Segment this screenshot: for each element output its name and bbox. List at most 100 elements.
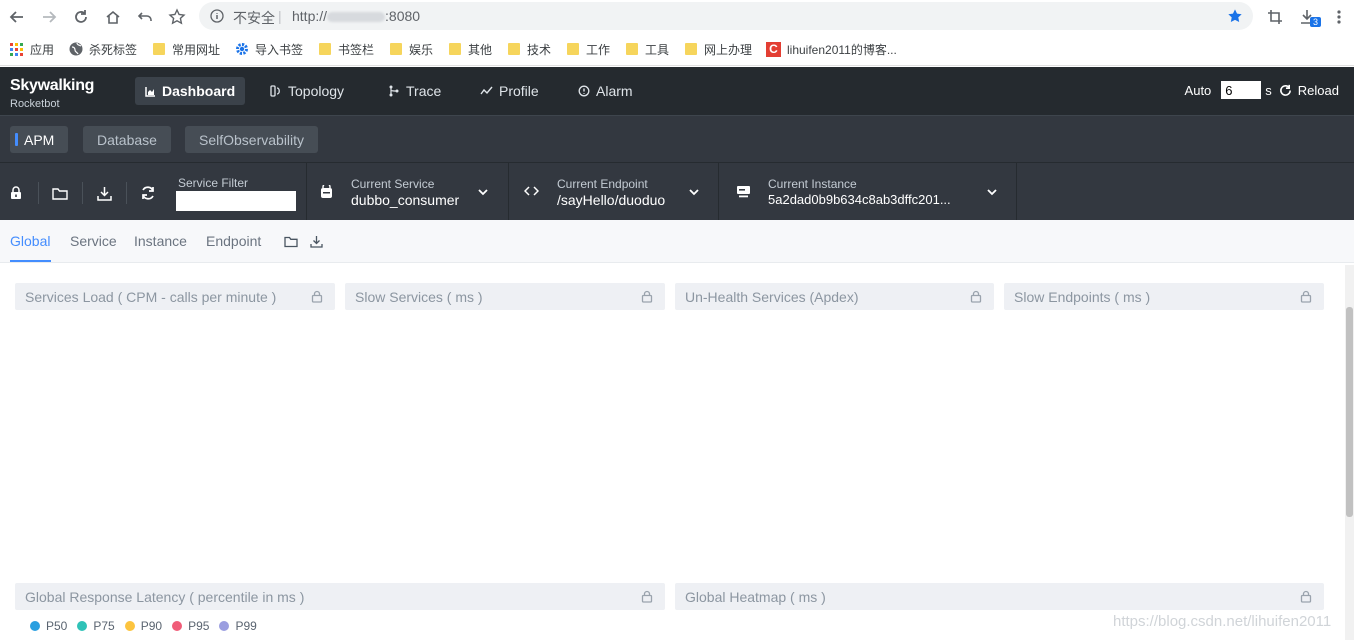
forward-button[interactable] — [38, 6, 60, 28]
service-filter-label: Service Filter — [178, 176, 249, 190]
bookmark-entertainment[interactable]: 娱乐 — [390, 40, 433, 58]
tab-endpoint[interactable]: Endpoint — [206, 233, 261, 249]
folder-icon — [319, 43, 331, 55]
service-box-icon — [321, 185, 332, 198]
legend-dot — [219, 621, 230, 631]
bookmarks-bar: 应用 杀死标签 常用网址 导入书签 书签栏 娱乐 其他 技术 工作 工具 网上办… — [0, 33, 1354, 66]
lock-icon[interactable] — [641, 590, 653, 603]
home-icon — [106, 10, 120, 24]
download-icon — [96, 186, 112, 201]
home-button[interactable] — [102, 6, 124, 28]
bookmark-label: 其他 — [468, 42, 493, 57]
sync-button[interactable] — [140, 185, 156, 201]
auto-refresh-control: Auto s Reload — [1185, 81, 1339, 99]
reload-button[interactable]: Reload — [1279, 83, 1339, 98]
folder-icon — [449, 43, 461, 55]
reload-icon — [1279, 84, 1291, 96]
bookmark-import[interactable]: 导入书签 — [235, 40, 303, 58]
bookmark-work[interactable]: 工作 — [567, 40, 610, 58]
toolbar-divider — [126, 182, 127, 204]
bookmark-tech[interactable]: 技术 — [508, 40, 551, 58]
current-instance-selector[interactable]: Current Instance 5a2dad0b9b634c8ab3dffc2… — [719, 163, 1017, 221]
lock-icon[interactable] — [1300, 590, 1312, 603]
lock-icon[interactable] — [311, 290, 323, 303]
legend-dot — [172, 621, 183, 631]
legend-item-p99[interactable]: P99 — [219, 619, 257, 633]
bookmark-apps[interactable]: 应用 — [10, 40, 54, 58]
latency-legend: P50 P75 P90 P95 P99 — [30, 619, 267, 633]
selector-toolbar: Service Filter Current Service dubbo_con… — [0, 162, 1354, 221]
browser-toolbar: 不安全 | http://:8080 3 — [0, 0, 1354, 33]
topology-icon — [270, 85, 280, 97]
panel-slow-endpoints: Slow Endpoints ( ms ) — [1004, 283, 1324, 310]
folder-open-icon[interactable] — [284, 236, 298, 248]
lock-icon[interactable] — [970, 290, 982, 303]
group-tab-selfobservability[interactable]: SelfObservability — [185, 126, 319, 153]
panel-global-heatmap: Global Heatmap ( ms ) — [675, 583, 1324, 610]
group-tab-apm[interactable]: APM — [10, 126, 69, 153]
bookmark-label: 工作 — [586, 42, 611, 57]
nav-profile[interactable]: Profile — [470, 77, 549, 105]
url-host-redacted — [327, 12, 386, 23]
panel-global-response-latency: Global Response Latency ( percentile in … — [15, 583, 665, 610]
logo-skywalking: Skywalking — [10, 77, 95, 94]
current-instance-label: Current Instance — [768, 177, 857, 191]
bookmark-kill-tabs[interactable]: 杀死标签 — [69, 40, 137, 58]
bookmark-star-button[interactable] — [166, 6, 188, 28]
legend-item-p95[interactable]: P95 — [172, 619, 209, 633]
vertical-scrollbar[interactable] — [1345, 265, 1354, 640]
nav-dashboard[interactable]: Dashboard — [135, 77, 246, 105]
import-folder-button[interactable] — [52, 185, 68, 201]
auto-interval-input[interactable] — [1221, 81, 1262, 99]
legend-dot — [77, 621, 88, 631]
nav-topology[interactable]: Topology — [260, 77, 354, 105]
menu-button[interactable] — [1328, 6, 1350, 28]
current-endpoint-selector[interactable]: Current Endpoint /sayHello/duoduo — [509, 163, 719, 221]
bookmark-common-sites[interactable]: 常用网址 — [153, 40, 220, 58]
bookmark-label: 杀死标签 — [89, 42, 138, 57]
lock-icon[interactable] — [641, 290, 653, 303]
auto-label: Auto — [1184, 82, 1212, 98]
tab-global[interactable]: Global — [10, 233, 50, 249]
omnibox-divider: | — [278, 8, 282, 24]
panel-title: Slow Endpoints ( ms ) — [1014, 289, 1151, 305]
back-button[interactable] — [6, 6, 28, 28]
nav-alarm[interactable]: Alarm — [568, 77, 643, 105]
refresh-button[interactable] — [70, 6, 92, 28]
service-filter-input[interactable] — [176, 191, 296, 211]
downloads-button[interactable]: 3 — [1296, 6, 1322, 28]
folder-icon — [626, 43, 638, 55]
active-tab-indicator — [10, 260, 51, 262]
scrollbar-thumb[interactable] — [1346, 307, 1353, 517]
tab-service[interactable]: Service — [70, 233, 117, 249]
undo-button[interactable] — [134, 6, 156, 28]
panel-title: Global Response Latency ( percentile in … — [25, 589, 305, 605]
download-icon[interactable] — [310, 235, 323, 248]
panel-unhealth-services: Un-Health Services (Apdex) — [675, 283, 994, 310]
crop-button[interactable] — [1264, 6, 1286, 28]
bookmark-csdn-blog[interactable]: C lihuifen2011的博客... — [766, 40, 897, 58]
bookmark-bookmarks-bar[interactable]: 书签栏 — [319, 40, 374, 58]
legend-item-p90[interactable]: P90 — [124, 619, 162, 633]
nav-trace[interactable]: Trace — [378, 77, 451, 105]
alarm-icon — [578, 85, 590, 97]
current-service-selector[interactable]: Current Service dubbo_consumer — [307, 163, 509, 221]
lock-button[interactable] — [8, 185, 24, 201]
current-endpoint-value: /sayHello/duoduo — [557, 192, 666, 208]
legend-item-p50[interactable]: P50 — [30, 619, 67, 633]
legend-item-p75[interactable]: P75 — [77, 619, 115, 633]
bookmark-tools[interactable]: 工具 — [626, 40, 669, 58]
address-bar[interactable]: 不安全 | http://:8080 — [199, 2, 1253, 30]
panel-slow-services: Slow Services ( ms ) — [345, 283, 665, 310]
auto-unit: s — [1265, 82, 1272, 98]
bookmark-label: 导入书签 — [255, 42, 304, 57]
bookmark-other[interactable]: 其他 — [449, 40, 492, 58]
bookmark-online-services[interactable]: 网上办理 — [685, 40, 752, 58]
tab-instance[interactable]: Instance — [134, 233, 187, 249]
panel-title: Global Heatmap ( ms ) — [685, 589, 826, 605]
lock-icon[interactable] — [1300, 290, 1312, 303]
star-filled-icon[interactable] — [1227, 8, 1243, 24]
export-button[interactable] — [96, 185, 112, 201]
dashboard-tabs: Global Service Instance Endpoint — [0, 220, 1354, 263]
group-tab-database[interactable]: Database — [83, 126, 171, 153]
